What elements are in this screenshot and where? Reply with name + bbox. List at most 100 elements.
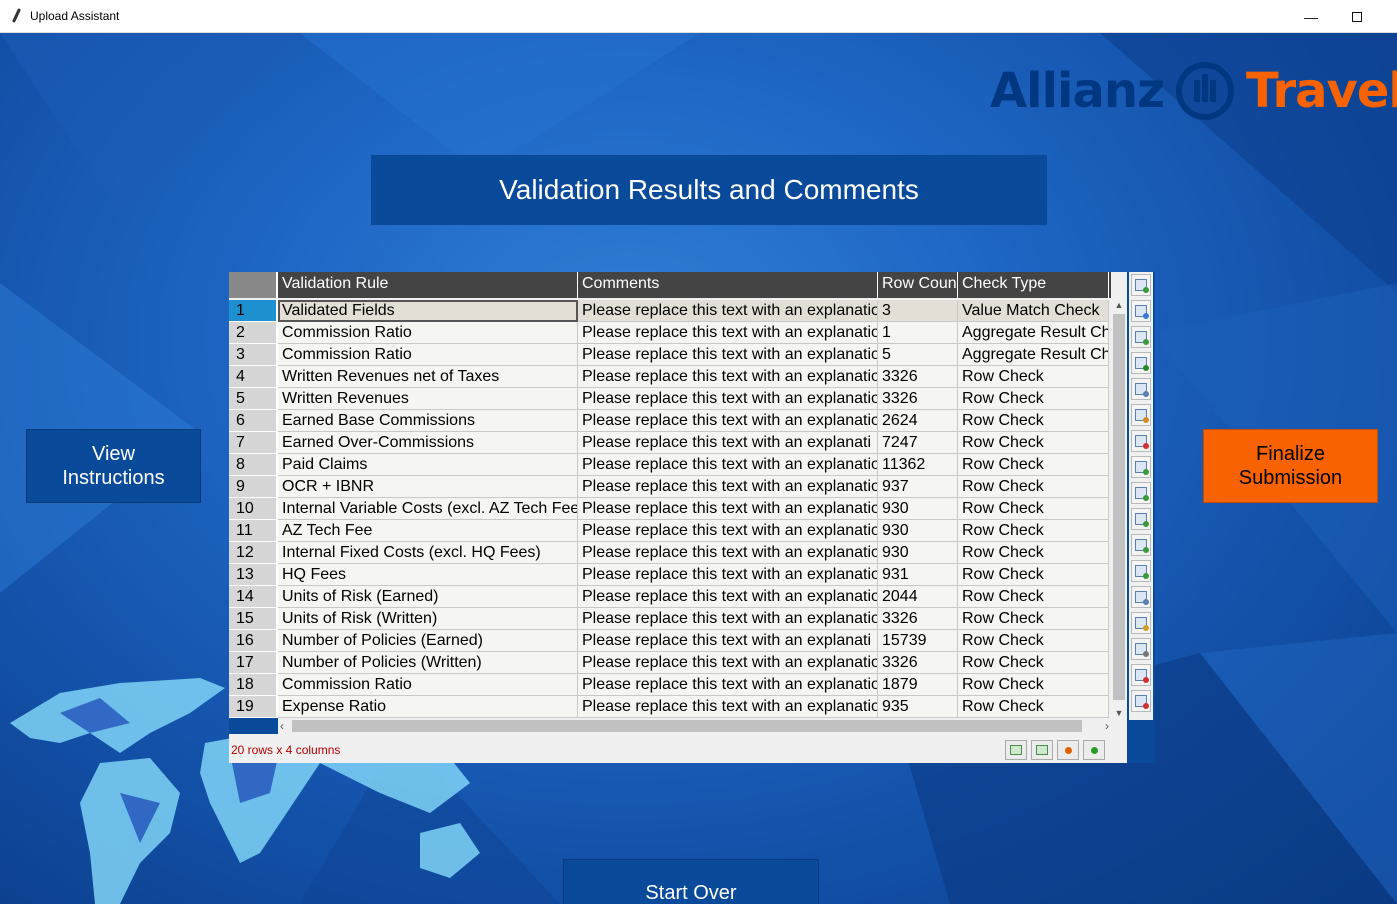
- table-cell[interactable]: Row Check: [958, 432, 1109, 454]
- table-cell[interactable]: Please replace this text with an explana…: [578, 322, 878, 344]
- row-number[interactable]: 7: [229, 432, 278, 454]
- prev-page-button[interactable]: [1005, 740, 1027, 760]
- table-cell[interactable]: 935: [878, 696, 958, 718]
- table-cell[interactable]: 2624: [878, 410, 958, 432]
- table-cell[interactable]: Row Check: [958, 498, 1109, 520]
- column-header-validation-rule[interactable]: Validation Rule: [278, 272, 578, 298]
- table-cell[interactable]: OCR + IBNR: [278, 476, 578, 498]
- table-cell[interactable]: 1: [878, 322, 958, 344]
- view-instructions-button[interactable]: View Instructions: [26, 429, 201, 503]
- row-number[interactable]: 19: [229, 696, 278, 718]
- table-cell[interactable]: Row Check: [958, 542, 1109, 564]
- table-row[interactable]: 18 Commission Ratio Please replace this te…: [229, 674, 1111, 696]
- row-number[interactable]: 15: [229, 608, 278, 630]
- vertical-scrollbar[interactable]: ▲ ▼: [1111, 300, 1127, 718]
- column-header-row-count[interactable]: Row Coun: [878, 272, 958, 298]
- horizontal-scrollbar[interactable]: ‹ ›: [278, 718, 1111, 734]
- row-number[interactable]: 10: [229, 498, 278, 520]
- table-cell[interactable]: Please replace this text with an explana…: [578, 344, 878, 366]
- table-cell[interactable]: Commission Ratio: [278, 322, 578, 344]
- row-number[interactable]: 2: [229, 322, 278, 344]
- table-cell[interactable]: Internal Fixed Costs (excl. HQ Fees): [278, 542, 578, 564]
- table-row[interactable]: 17 Number of Policies (Written) Please rep…: [229, 652, 1111, 674]
- table-row[interactable]: 13 HQ Fees Please replace this text with a…: [229, 564, 1111, 586]
- table-row[interactable]: 12 Internal Fixed Costs (excl. HQ Fees) Pl…: [229, 542, 1111, 564]
- graph-button[interactable]: [1131, 664, 1151, 686]
- table-cell[interactable]: 5: [878, 344, 958, 366]
- table-cell[interactable]: Aggregate Result Ch: [958, 344, 1109, 366]
- next-page-button[interactable]: [1031, 740, 1053, 760]
- table-cell[interactable]: Please replace this text with an explana…: [578, 410, 878, 432]
- table-row[interactable]: 6 Earned Base Commissions Please replace t…: [229, 410, 1111, 432]
- table-cell[interactable]: Please replace this text with an explana…: [578, 674, 878, 696]
- table-cell[interactable]: Please replace this text with an explana…: [578, 542, 878, 564]
- finalize-submission-button[interactable]: Finalize Submission: [1203, 429, 1378, 503]
- row-number[interactable]: 16: [229, 630, 278, 652]
- return-button[interactable]: [1131, 508, 1151, 530]
- duplicate-button[interactable]: [1131, 586, 1151, 608]
- row-number[interactable]: 3: [229, 344, 278, 366]
- close-button[interactable]: [1380, 0, 1397, 33]
- table-cell[interactable]: Row Check: [958, 564, 1109, 586]
- start-over-button[interactable]: Start Over: [563, 859, 819, 904]
- table-cell[interactable]: Row Check: [958, 586, 1109, 608]
- table-row[interactable]: 19 Expense Ratio Please replace this text …: [229, 696, 1111, 718]
- scroll-left-icon[interactable]: ‹: [280, 718, 284, 734]
- table-cell[interactable]: Aggregate Result Ch: [958, 322, 1109, 344]
- table-cell[interactable]: Internal Variable Costs (excl. AZ Tech F…: [278, 498, 578, 520]
- table-cell[interactable]: 2044: [878, 586, 958, 608]
- plot-button[interactable]: [1131, 430, 1151, 452]
- table-row[interactable]: 5 Written Revenues Please replace this tex…: [229, 388, 1111, 410]
- table-cell[interactable]: 3326: [878, 366, 958, 388]
- table-cell[interactable]: 3326: [878, 388, 958, 410]
- table-row[interactable]: 11 AZ Tech Fee Please replace this text wi…: [229, 520, 1111, 542]
- table-row[interactable]: 10 Internal Variable Costs (excl. AZ Tech…: [229, 498, 1111, 520]
- paste-button[interactable]: [1131, 404, 1151, 426]
- row-number[interactable]: 12: [229, 542, 278, 564]
- scroll-down-icon[interactable]: ▼: [1111, 708, 1127, 718]
- table-cell[interactable]: AZ Tech Fee: [278, 520, 578, 542]
- table-cell[interactable]: Paid Claims: [278, 454, 578, 476]
- table-row[interactable]: 7 Earned Over-Commissions Please replace t…: [229, 432, 1111, 454]
- import-button[interactable]: [1131, 326, 1151, 348]
- table-cell[interactable]: Please replace this text with an explana…: [578, 476, 878, 498]
- table-cell[interactable]: Validated Fields: [278, 300, 578, 322]
- table-cell[interactable]: 3: [878, 300, 958, 322]
- table-cell[interactable]: Please replace this text with an explana…: [578, 564, 878, 586]
- share-button[interactable]: [1131, 534, 1151, 556]
- table-cell[interactable]: Please replace this text with an explana…: [578, 520, 878, 542]
- excel-button[interactable]: [1131, 352, 1151, 374]
- table-row[interactable]: 14 Units of Risk (Earned) Please replace t…: [229, 586, 1111, 608]
- table-cell[interactable]: Row Check: [958, 652, 1109, 674]
- table-cell[interactable]: 11362: [878, 454, 958, 476]
- table-cell[interactable]: Commission Ratio: [278, 344, 578, 366]
- table-cell[interactable]: 15739: [878, 630, 958, 652]
- row-number[interactable]: 13: [229, 564, 278, 586]
- table-cell[interactable]: Row Check: [958, 696, 1109, 718]
- table-cell[interactable]: HQ Fees: [278, 564, 578, 586]
- table-cell[interactable]: 7247: [878, 432, 958, 454]
- table-row[interactable]: 16 Number of Policies (Earned) Please repl…: [229, 630, 1111, 652]
- copy-button[interactable]: [1131, 378, 1151, 400]
- vertical-scroll-thumb[interactable]: [1113, 314, 1125, 700]
- refresh-button[interactable]: [1131, 456, 1151, 478]
- column-header-comments[interactable]: Comments: [578, 272, 878, 298]
- table-cell[interactable]: 1879: [878, 674, 958, 696]
- table-cell[interactable]: Row Check: [958, 630, 1109, 652]
- settings-button[interactable]: [1131, 690, 1151, 712]
- table-cell[interactable]: Please replace this text with an explana…: [578, 454, 878, 476]
- add-button[interactable]: [1083, 740, 1105, 760]
- forward-button[interactable]: [1131, 482, 1151, 504]
- row-number[interactable]: 14: [229, 586, 278, 608]
- chart-button[interactable]: [1131, 560, 1151, 582]
- table-cell[interactable]: Please replace this text with an explana…: [578, 388, 878, 410]
- minimize-button[interactable]: —: [1288, 0, 1334, 33]
- scroll-right-icon[interactable]: ›: [1105, 718, 1109, 734]
- table-cell[interactable]: Please replace this text with an explana…: [578, 696, 878, 718]
- table-cell[interactable]: 930: [878, 498, 958, 520]
- table-cell[interactable]: 930: [878, 520, 958, 542]
- table-cell[interactable]: Please replace this text with an explana…: [578, 366, 878, 388]
- header-corner[interactable]: [229, 272, 278, 298]
- table-cell[interactable]: Please replace this text with an explana…: [578, 608, 878, 630]
- scroll-up-icon[interactable]: ▲: [1111, 300, 1127, 310]
